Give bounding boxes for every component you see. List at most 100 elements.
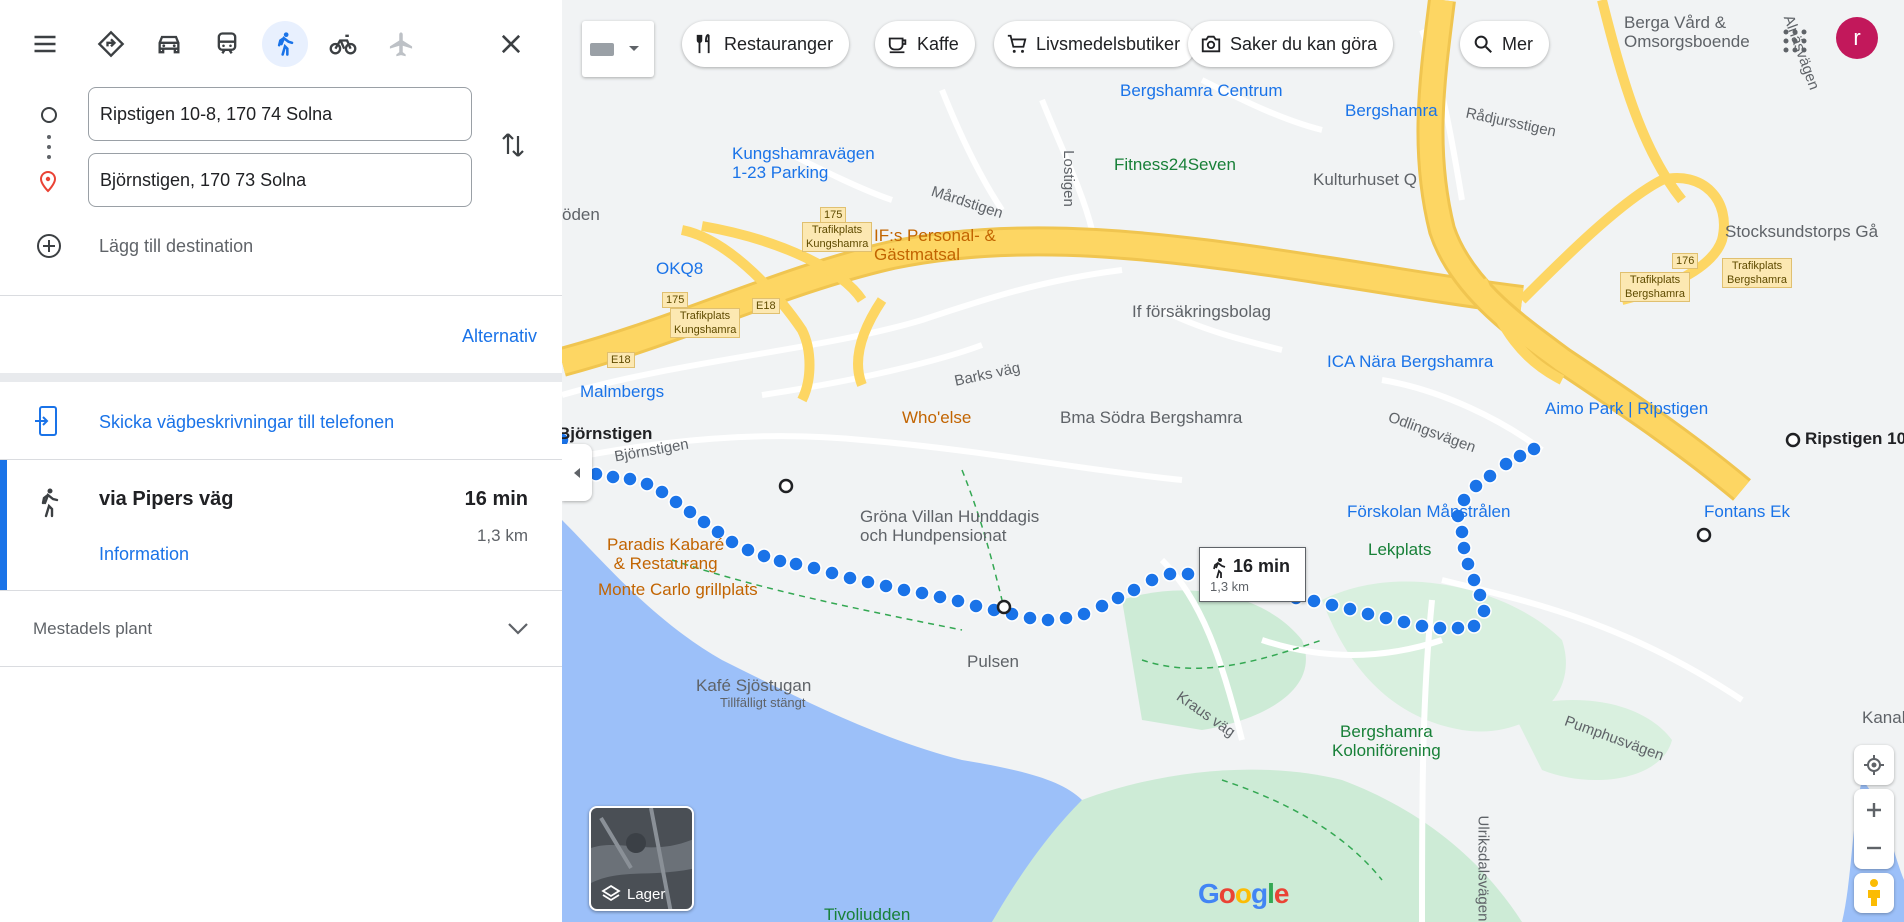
swap-icon[interactable] <box>500 130 526 160</box>
poi-label[interactable]: Monte Carlo grillplats <box>598 580 758 599</box>
poi-label[interactable]: Aimo Park | Ripstigen <box>1545 399 1708 418</box>
destination-input[interactable]: Björnstigen, 170 73 Solna <box>88 153 472 207</box>
poi-label[interactable]: Tivoliudden <box>824 905 910 922</box>
route-callout[interactable]: 16 min 1,3 km <box>1199 547 1306 602</box>
chip-coffee[interactable]: Kaffe <box>875 21 975 67</box>
poi-label[interactable]: Paradis Kabaré & Restaurang <box>607 535 724 573</box>
zoom-in-icon[interactable] <box>1864 791 1884 829</box>
poi-label[interactable]: Pulsen <box>967 652 1019 671</box>
chip-more-label: Mer <box>1502 33 1533 54</box>
chip-coffee-label: Kaffe <box>917 33 959 54</box>
zoom-controls <box>1854 789 1894 869</box>
poi-label[interactable]: Berga Vård & Omsorgsboende <box>1624 13 1750 51</box>
close-icon <box>501 34 521 54</box>
close-directions-button[interactable] <box>488 21 534 67</box>
junction-label: Trafikplats Bergshamra <box>1620 272 1690 302</box>
my-location-icon <box>1864 755 1884 775</box>
poi-label[interactable]: Förskolan Månstrålen <box>1347 502 1510 521</box>
poi-label[interactable]: Bergshamra Centrum <box>1120 81 1283 100</box>
avatar[interactable]: r <box>1836 17 1878 59</box>
walking-person-icon <box>277 32 294 56</box>
map-canvas[interactable]: Restauranger Kaffe Livsmedelsbutiker Sak… <box>562 0 1904 922</box>
train-icon <box>217 32 237 54</box>
mode-transit-button[interactable] <box>204 21 250 67</box>
poi-label[interactable]: Gröna Villan Hunddagis och Hundpensionat <box>860 507 1039 545</box>
menu-icon <box>34 35 56 53</box>
poi-label[interactable]: Who'else <box>902 408 971 427</box>
map-base-layer <box>562 0 1904 922</box>
menu-button[interactable] <box>22 21 68 67</box>
poi-label[interactable]: Lekplats <box>1368 540 1431 559</box>
poi-label[interactable]: öden <box>562 205 600 224</box>
callout-distance: 1,3 km <box>1210 579 1250 594</box>
chip-restaurants-label: Restauranger <box>724 33 834 54</box>
poi-label[interactable]: Malmbergs <box>580 382 664 401</box>
poi-label[interactable]: IF:s Personal- & Gästmatsal <box>874 226 996 264</box>
mode-walk-button[interactable] <box>262 21 308 67</box>
zoom-out-icon[interactable] <box>1864 829 1884 867</box>
airplane-icon <box>389 32 413 57</box>
shopping-cart-icon <box>1007 34 1027 53</box>
street-view-button[interactable] <box>1854 873 1894 913</box>
route-details-link[interactable]: Information <box>99 544 189 565</box>
road-shield: 175 <box>820 207 847 223</box>
poi-label[interactable]: Kafé Sjöstugan <box>696 676 811 695</box>
poi-label[interactable]: Kulturhuset Q <box>1313 170 1417 189</box>
mode-best-button[interactable] <box>88 21 134 67</box>
route-time: 16 min <box>464 488 528 510</box>
search-icon <box>1474 35 1492 53</box>
chip-restaurants[interactable]: Restauranger <box>682 21 850 67</box>
poi-label[interactable]: Kanal <box>1862 708 1904 727</box>
poi-label[interactable]: Fontans Ek <box>1704 502 1790 521</box>
divider <box>0 295 562 296</box>
mode-flight-button[interactable] <box>378 21 424 67</box>
chip-things-to-do[interactable]: Saker du kan göra <box>1188 21 1394 67</box>
selected-indicator <box>0 460 7 590</box>
my-location-button[interactable] <box>1854 745 1894 785</box>
poi-label[interactable]: OKQ8 <box>656 259 703 278</box>
layers-button[interactable]: Lager <box>589 806 694 911</box>
road-label: Lostigen <box>1059 150 1077 207</box>
destination-pin-icon <box>39 170 57 193</box>
poi-label[interactable]: ICA Nära Bergshamra <box>1327 352 1493 371</box>
route-destination-label: Björnstigen <box>562 424 653 443</box>
collapse-panel-button[interactable] <box>562 444 592 501</box>
road-shield: E18 <box>752 298 780 314</box>
junction-label: Trafikplats Bergshamra <box>1722 258 1792 288</box>
road-label: Ulriksdalsvägen <box>1474 815 1492 922</box>
input-tools-button[interactable] <box>582 21 654 77</box>
mode-car-button[interactable] <box>146 21 192 67</box>
divider-thick <box>0 373 562 382</box>
road-shield: 176 <box>1672 253 1699 269</box>
send-to-phone-link[interactable]: Skicka vägbeskrivningar till telefonen <box>99 412 394 433</box>
callout-time: 16 min <box>1233 556 1291 576</box>
chip-more[interactable]: Mer <box>1460 21 1549 67</box>
divider <box>0 666 562 667</box>
poi-label[interactable]: Bma Södra Bergshamra <box>1060 408 1242 427</box>
route-option-card[interactable]: via Pipers väg 16 min 1,3 km Information <box>0 460 562 590</box>
poi-label[interactable]: Bergshamra Koloniförening <box>1332 722 1441 760</box>
fork-knife-icon <box>696 33 710 54</box>
add-destination-label[interactable]: Lägg till destination <box>99 236 253 257</box>
chip-groceries[interactable]: Livsmedelsbutiker <box>994 21 1197 67</box>
mode-bike-button[interactable] <box>320 21 366 67</box>
poi-label[interactable]: Stocksundstorps Gå <box>1725 222 1878 241</box>
add-destination-icon[interactable] <box>36 233 62 259</box>
origin-input[interactable]: Ripstigen 10-8, 170 74 Solna <box>88 87 472 141</box>
layers-icon <box>601 884 621 902</box>
poi-label[interactable]: If försäkringsbolag <box>1132 302 1271 321</box>
directions-diamond-icon <box>97 30 125 58</box>
route-dots-icon <box>47 135 51 159</box>
junction-label: Trafikplats Kungshamra <box>802 222 872 252</box>
poi-label[interactable]: Fitness24Seven <box>1114 155 1236 174</box>
options-link[interactable]: Alternativ <box>462 326 537 347</box>
poi-label[interactable]: Kungshamravägen 1-23 Parking <box>732 144 875 182</box>
road-shield: E18 <box>607 352 635 368</box>
camera-icon <box>1201 35 1221 53</box>
poi-label[interactable]: Bergshamra <box>1345 101 1438 120</box>
chevron-down-icon <box>629 46 639 51</box>
terrain-note: Mestadels plant <box>33 619 153 638</box>
chevron-down-icon[interactable] <box>506 620 530 638</box>
poi-status: Tillfälligt stängt <box>720 695 806 710</box>
google-logo: Google <box>1198 878 1289 909</box>
